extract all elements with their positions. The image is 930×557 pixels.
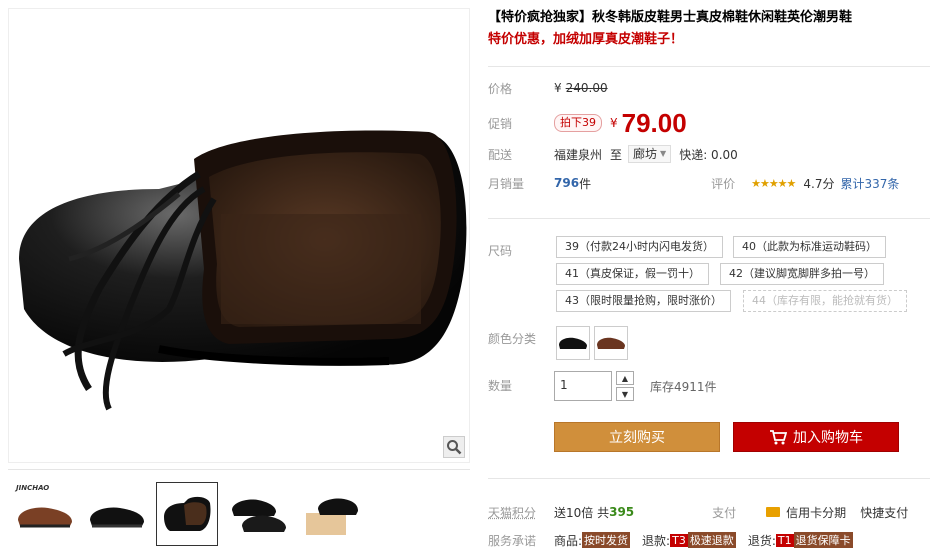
review-label: 评价 bbox=[711, 176, 736, 191]
color-swatch-black[interactable] bbox=[556, 326, 590, 360]
promo-row: 促销 拍下39 ¥ 79.00 bbox=[488, 108, 687, 138]
sales-row: 月销量 796 件 评价 ★★★★★ 4.7分 累计337条 bbox=[488, 173, 930, 193]
main-product-image[interactable] bbox=[8, 8, 470, 463]
size-option-43[interactable]: 43（限时限量抢购，限时涨价） bbox=[556, 290, 731, 312]
quantity-label: 数量 bbox=[488, 378, 513, 393]
size-option-41[interactable]: 41（真皮保证，假一罚十） bbox=[556, 263, 709, 285]
sales-unit: 件 bbox=[579, 176, 592, 191]
price-row: 价格 ¥ 240.00 bbox=[488, 78, 608, 98]
goods-prefix: 商品: bbox=[554, 533, 583, 548]
sales-label: 月销量 bbox=[488, 176, 525, 191]
quantity-label-row: 数量 bbox=[488, 375, 554, 395]
return-guarantee-badge[interactable]: 退货保障卡 bbox=[793, 532, 853, 548]
service-label: 服务承诺 bbox=[488, 533, 537, 548]
rating-stars-icon: ★★★★★ bbox=[751, 176, 796, 190]
chevron-down-icon: ▼ bbox=[660, 149, 667, 158]
shipping-to-word: 至 bbox=[610, 147, 623, 162]
size-option-44: 44（库存有限，能抢就有货） bbox=[743, 290, 907, 312]
on-time-badge[interactable]: 按时发货 bbox=[582, 532, 631, 548]
shipping-from: 福建泉州 bbox=[554, 147, 603, 162]
color-label: 颜色分类 bbox=[488, 331, 537, 346]
thumbnail-shoe-with-box[interactable] bbox=[300, 482, 362, 546]
credit-installment-link[interactable]: 信用卡分期 bbox=[786, 504, 846, 521]
product-info: 【特价疯抢独家】秋冬韩版皮鞋男士真皮棉鞋休闲鞋英伦潮男鞋 特价优惠，加绒加厚真皮… bbox=[488, 8, 930, 548]
buy-now-button[interactable]: 立刻购买 bbox=[554, 422, 720, 452]
points-amount: 395 bbox=[609, 505, 635, 519]
promo-price: 79.00 bbox=[621, 107, 687, 138]
thumbnail-brown-shoe[interactable]: JINCHAO bbox=[14, 482, 76, 546]
thumbnail-black-pair[interactable] bbox=[228, 482, 290, 546]
total-reviews-link[interactable]: 累计337条 bbox=[841, 175, 900, 192]
shoe-interior-photo bbox=[19, 130, 467, 411]
quantity-down-icon[interactable]: ▼ bbox=[616, 387, 634, 401]
destination-value: 廊坊 bbox=[633, 147, 658, 161]
return-prefix: 退货: bbox=[747, 533, 776, 548]
rating-score: 4.7分 bbox=[803, 176, 835, 191]
size-option-42[interactable]: 42（建议脚宽脚胖多拍一号） bbox=[720, 263, 884, 285]
shipping-label: 配送 bbox=[488, 147, 513, 162]
divider bbox=[488, 478, 930, 479]
destination-select[interactable]: 廊坊 ▼ bbox=[628, 145, 672, 163]
refund-t-badge: T3 bbox=[670, 533, 688, 547]
add-to-cart-button[interactable]: 加入购物车 bbox=[733, 422, 899, 452]
original-price: 240.00 bbox=[565, 81, 608, 95]
promo-yen: ¥ bbox=[610, 116, 618, 130]
refund-prefix: 退款: bbox=[642, 533, 671, 548]
product-gallery: JINCHAO bbox=[8, 8, 470, 557]
size-label: 尺码 bbox=[488, 243, 513, 258]
promo-label: 促销 bbox=[488, 116, 513, 131]
shipping-fee: 快递: 0.00 bbox=[679, 147, 738, 162]
buy-now-label: 立刻购买 bbox=[609, 430, 665, 446]
thumbnail-interior-selected[interactable] bbox=[156, 482, 218, 546]
size-label-row: 尺码 bbox=[488, 240, 554, 260]
price-label: 价格 bbox=[488, 81, 513, 96]
size-option-39[interactable]: 39（付款24小时内闪电发货） bbox=[556, 236, 723, 258]
product-title: 【特价疯抢独家】秋冬韩版皮鞋男士真皮棉鞋休闲鞋英伦潮男鞋 bbox=[488, 10, 853, 25]
service-row: 服务承诺 商品: 按时发货 退款: T3 极速退款 退货: T1 退货保障卡 bbox=[488, 530, 930, 550]
product-subtitle: 特价优惠，加绒加厚真皮潮鞋子！ bbox=[488, 32, 684, 47]
add-to-cart-label: 加入购物车 bbox=[793, 430, 863, 446]
price-yen: ¥ bbox=[554, 81, 562, 95]
divider bbox=[488, 66, 930, 67]
pay-label: 支付 bbox=[712, 505, 737, 520]
credit-card-icon bbox=[766, 507, 781, 517]
divider bbox=[488, 218, 930, 219]
zoom-icon[interactable] bbox=[443, 436, 465, 458]
return-t-badge: T1 bbox=[775, 533, 794, 547]
color-label-row: 颜色分类 bbox=[488, 328, 554, 348]
size-option-40[interactable]: 40（此款为标准运动鞋码） bbox=[733, 236, 886, 258]
brand-logo: JINCHAO bbox=[16, 484, 50, 492]
sales-count: 796 bbox=[554, 176, 580, 190]
quantity-up-icon[interactable]: ▲ bbox=[616, 371, 634, 385]
points-label[interactable]: 天猫积分 bbox=[488, 504, 554, 521]
color-swatch-brown[interactable] bbox=[594, 326, 628, 360]
thumbnail-black-shoe[interactable] bbox=[86, 482, 148, 546]
thumbnail-strip: JINCHAO bbox=[8, 469, 470, 557]
shipping-row: 配送 福建泉州 至 廊坊 ▼ 快递: 0.00 bbox=[488, 144, 738, 164]
stock-text: 库存4911件 bbox=[650, 380, 717, 394]
quick-pay-link[interactable]: 快捷支付 bbox=[860, 504, 908, 521]
cart-icon bbox=[770, 430, 787, 445]
fast-refund-badge[interactable]: 极速退款 bbox=[687, 532, 736, 548]
promo-tag: 拍下39 bbox=[554, 114, 602, 132]
points-row: 天猫积分 送10倍 共 395 支付 信用卡分期 快捷支付 bbox=[488, 502, 930, 522]
points-send: 送10倍 共 bbox=[554, 505, 610, 520]
quantity-input[interactable]: 1 bbox=[554, 371, 612, 401]
